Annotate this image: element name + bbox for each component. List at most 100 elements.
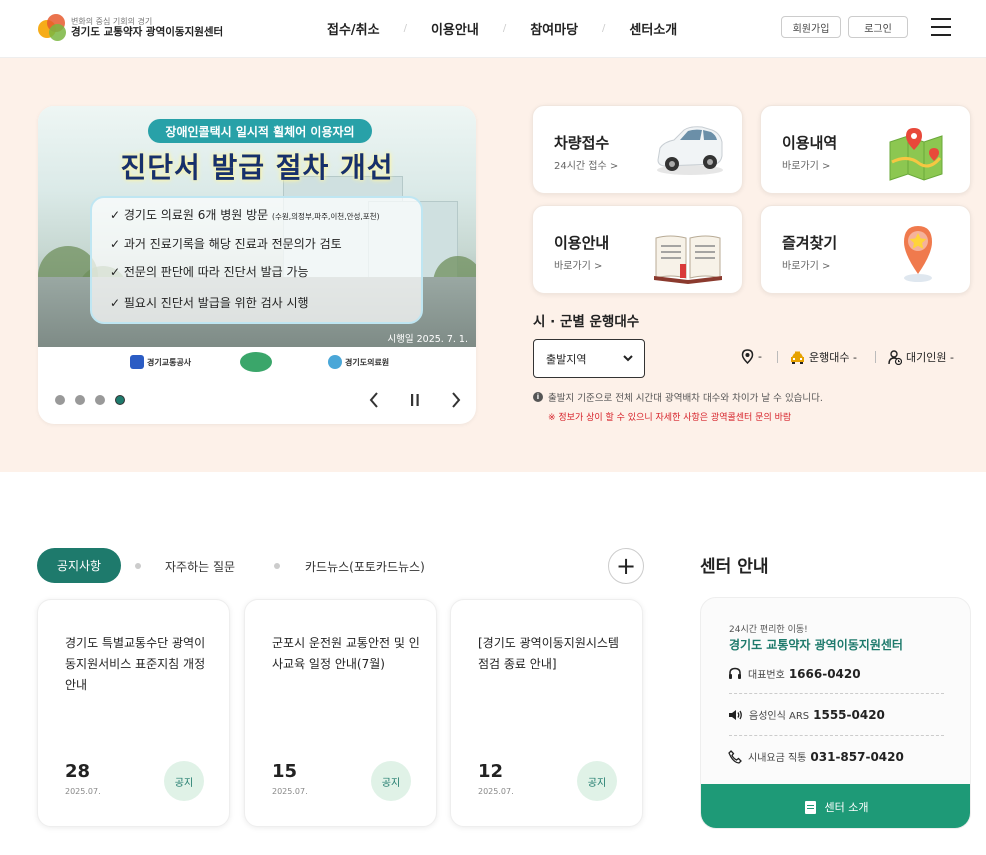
notice-title: [경기도 광역이동지원시스템 점검 종료 안내] — [478, 636, 619, 671]
taxi-icon — [791, 351, 804, 364]
next-slide-button[interactable] — [444, 388, 468, 412]
banner-check-item: ✓ 필요시 진단서 발급을 위한 검사 시행 — [110, 296, 309, 310]
banner-pill: 장애인콜택시 일시적 휠체어 이용자의 — [148, 119, 372, 143]
notice-badge: 공지 — [577, 761, 617, 801]
phone-local-row: 시내요금 직통 031-857-0420 — [728, 749, 904, 764]
waiting-people-stat: 대기인원 - — [888, 349, 954, 365]
slide-dot[interactable] — [55, 395, 65, 405]
quick-card-title: 이용내역 — [782, 134, 838, 152]
document-icon — [804, 800, 816, 814]
quick-card-vehicle-reception[interactable]: 차량접수 24시간 접수 > — [532, 105, 743, 194]
nav-separator: / — [602, 23, 606, 34]
chevron-left-icon — [369, 392, 378, 408]
stat-divider — [875, 351, 876, 363]
chevron-down-icon — [623, 355, 633, 362]
vehicle-count-warning: ※ 정보가 상이 할 수 있으니 자세한 사항은 광역콜센터 문의 바람 — [548, 413, 792, 423]
vehicle-count-note: i 출발지 기준으로 전체 시간대 광역배차 대수와 차이가 날 수 있습니다. — [533, 390, 823, 404]
vehicle-count-title: 시 · 군별 운행대수 — [533, 314, 640, 330]
map-icon — [889, 128, 943, 181]
pause-icon — [411, 394, 419, 406]
gyeonggi-transport-logo: 경기교통공사 — [130, 355, 191, 369]
chevron-right-icon — [452, 392, 461, 408]
banner-footer-logos: 경기교통공사 경기도의료원 — [38, 347, 476, 377]
quick-card-usage-history[interactable]: 이용내역 바로가기 > — [760, 105, 971, 194]
site-header: 변화의 중심 기회의 경기 경기도 교통약자 광역이동지원센터 접수/취소 / … — [0, 0, 986, 58]
notice-title: 경기도 특별교통수단 광역이동지원서비스 표준지침 개정안내 — [65, 636, 206, 692]
slide-dot[interactable] — [75, 395, 85, 405]
notice-card[interactable]: [경기도 광역이동지원시스템 점검 종료 안내] 12 2025.07. 공지 — [450, 599, 643, 827]
site-logo[interactable]: 변화의 중심 기회의 경기 경기도 교통약자 광역이동지원센터 — [38, 14, 223, 42]
tab-card-news[interactable]: 카드뉴스(포토카드뉴스) — [305, 558, 425, 575]
login-button[interactable]: 로그인 — [848, 16, 908, 38]
banner-check-item: ✓ 경기도 의료원 6개 병원 방문 (수원,의정부,파주,이천,안성,포천) — [110, 208, 380, 222]
nav-item-about[interactable]: 센터소개 — [629, 19, 677, 38]
notice-badge: 공지 — [371, 761, 411, 801]
info-icon: i — [533, 392, 543, 402]
tab-divider-dot — [135, 563, 141, 569]
nav-item-reception[interactable]: 접수/취소 — [327, 19, 380, 38]
more-plus-button[interactable]: + — [608, 548, 644, 584]
logo-mark-icon — [38, 14, 68, 42]
banner-image: 장애인콜택시 일시적 휠체어 이용자의 진단서 발급 절차 개선 ✓ 경기도 의… — [38, 106, 476, 347]
notice-card[interactable]: 경기도 특별교통수단 광역이동지원서비스 표준지침 개정안내 28 2025.0… — [37, 599, 230, 827]
center-sub: 24시간 편리한 이동! — [729, 625, 808, 635]
phone-ars-row: 음성인식 ARS 1555-0420 — [728, 707, 885, 722]
quick-card-title: 차량접수 — [554, 134, 610, 152]
person-clock-icon — [888, 349, 902, 365]
nav-item-guide[interactable]: 이용안내 — [431, 19, 479, 38]
nav-item-participation[interactable]: 참여마당 — [530, 19, 578, 38]
notice-day: 15 — [272, 761, 298, 782]
nav-separator: / — [403, 23, 407, 34]
signup-button[interactable]: 회원가입 — [781, 16, 841, 38]
quick-card-link: 바로가기 > — [782, 261, 831, 272]
nav-separator: / — [502, 23, 507, 34]
tab-notice[interactable]: 공지사항 — [37, 548, 121, 583]
pause-slide-button[interactable] — [403, 388, 427, 412]
logo-name: 경기도 교통약자 광역이동지원센터 — [71, 25, 224, 38]
center-name: 경기도 교통약자 광역이동지원센터 — [729, 638, 903, 652]
location-stat: - — [741, 349, 762, 364]
running-vehicles-stat: 운행대수 - — [790, 349, 857, 365]
car-icon — [657, 126, 723, 175]
notice-day: 28 — [65, 761, 91, 782]
hero-section: 장애인콜택시 일시적 휠체어 이용자의 진단서 발급 절차 개선 ✓ 경기도 의… — [0, 58, 986, 472]
phone-icon — [728, 749, 742, 764]
slide-dot[interactable] — [95, 395, 105, 405]
slide-dot-active[interactable] — [115, 395, 125, 405]
book-icon — [654, 235, 722, 284]
notice-card[interactable]: 군포시 운전원 교통안전 및 인사교육 일정 안내(7월) 15 2025.07… — [244, 599, 437, 827]
center-intro-button[interactable]: 센터 소개 — [701, 784, 970, 828]
notice-year-month: 2025.07. — [65, 787, 101, 796]
divider — [729, 735, 944, 736]
quick-card-favorites[interactable]: 즐겨찾기 바로가기 > — [760, 205, 971, 294]
quick-card-link: 24시간 접수 > — [554, 161, 619, 172]
location-pin-icon — [741, 349, 754, 364]
quick-card-usage-guide[interactable]: 이용안내 바로가기 > — [532, 205, 743, 294]
phone-main-row: 대표번호 1666-0420 — [728, 666, 861, 681]
headset-icon — [729, 667, 741, 679]
banner-date: 시행일 2025. 7. 1. — [387, 334, 468, 345]
gyeonggi-medical-logo: 경기도의료원 — [328, 355, 389, 369]
divider — [729, 693, 944, 694]
prev-slide-button[interactable] — [362, 388, 386, 412]
banner-controls — [38, 388, 476, 412]
notice-year-month: 2025.07. — [478, 787, 514, 796]
banner-check-item: ✓ 과거 진료기록을 해당 진료과 전문의가 검토 — [110, 237, 342, 251]
tab-faq[interactable]: 자주하는 질문 — [165, 558, 235, 575]
select-value: 출발지역 — [546, 352, 587, 366]
tab-divider-dot — [274, 563, 280, 569]
gyeonggi-province-logo — [240, 352, 275, 372]
quick-card-link: 바로가기 > — [554, 261, 603, 272]
main-banner-slide[interactable]: 장애인콜택시 일시적 휠체어 이용자의 진단서 발급 절차 개선 ✓ 경기도 의… — [38, 106, 476, 424]
star-pin-icon — [904, 226, 932, 282]
notice-day: 12 — [478, 761, 504, 782]
notice-year-month: 2025.07. — [272, 787, 308, 796]
quick-card-link: 바로가기 > — [782, 161, 831, 172]
main-nav: 접수/취소 / 이용안내 / 참여마당 / 센터소개 — [327, 19, 677, 38]
notice-title: 군포시 운전원 교통안전 및 인사교육 일정 안내(7월) — [272, 636, 420, 671]
center-info-title: 센터 안내 — [700, 557, 769, 577]
banner-check-item: ✓ 전문의 판단에 따라 진단서 발급 가능 — [110, 265, 309, 279]
departure-region-select[interactable]: 출발지역 — [533, 339, 645, 378]
hamburger-menu-icon[interactable] — [931, 18, 951, 36]
stat-divider — [777, 351, 778, 363]
